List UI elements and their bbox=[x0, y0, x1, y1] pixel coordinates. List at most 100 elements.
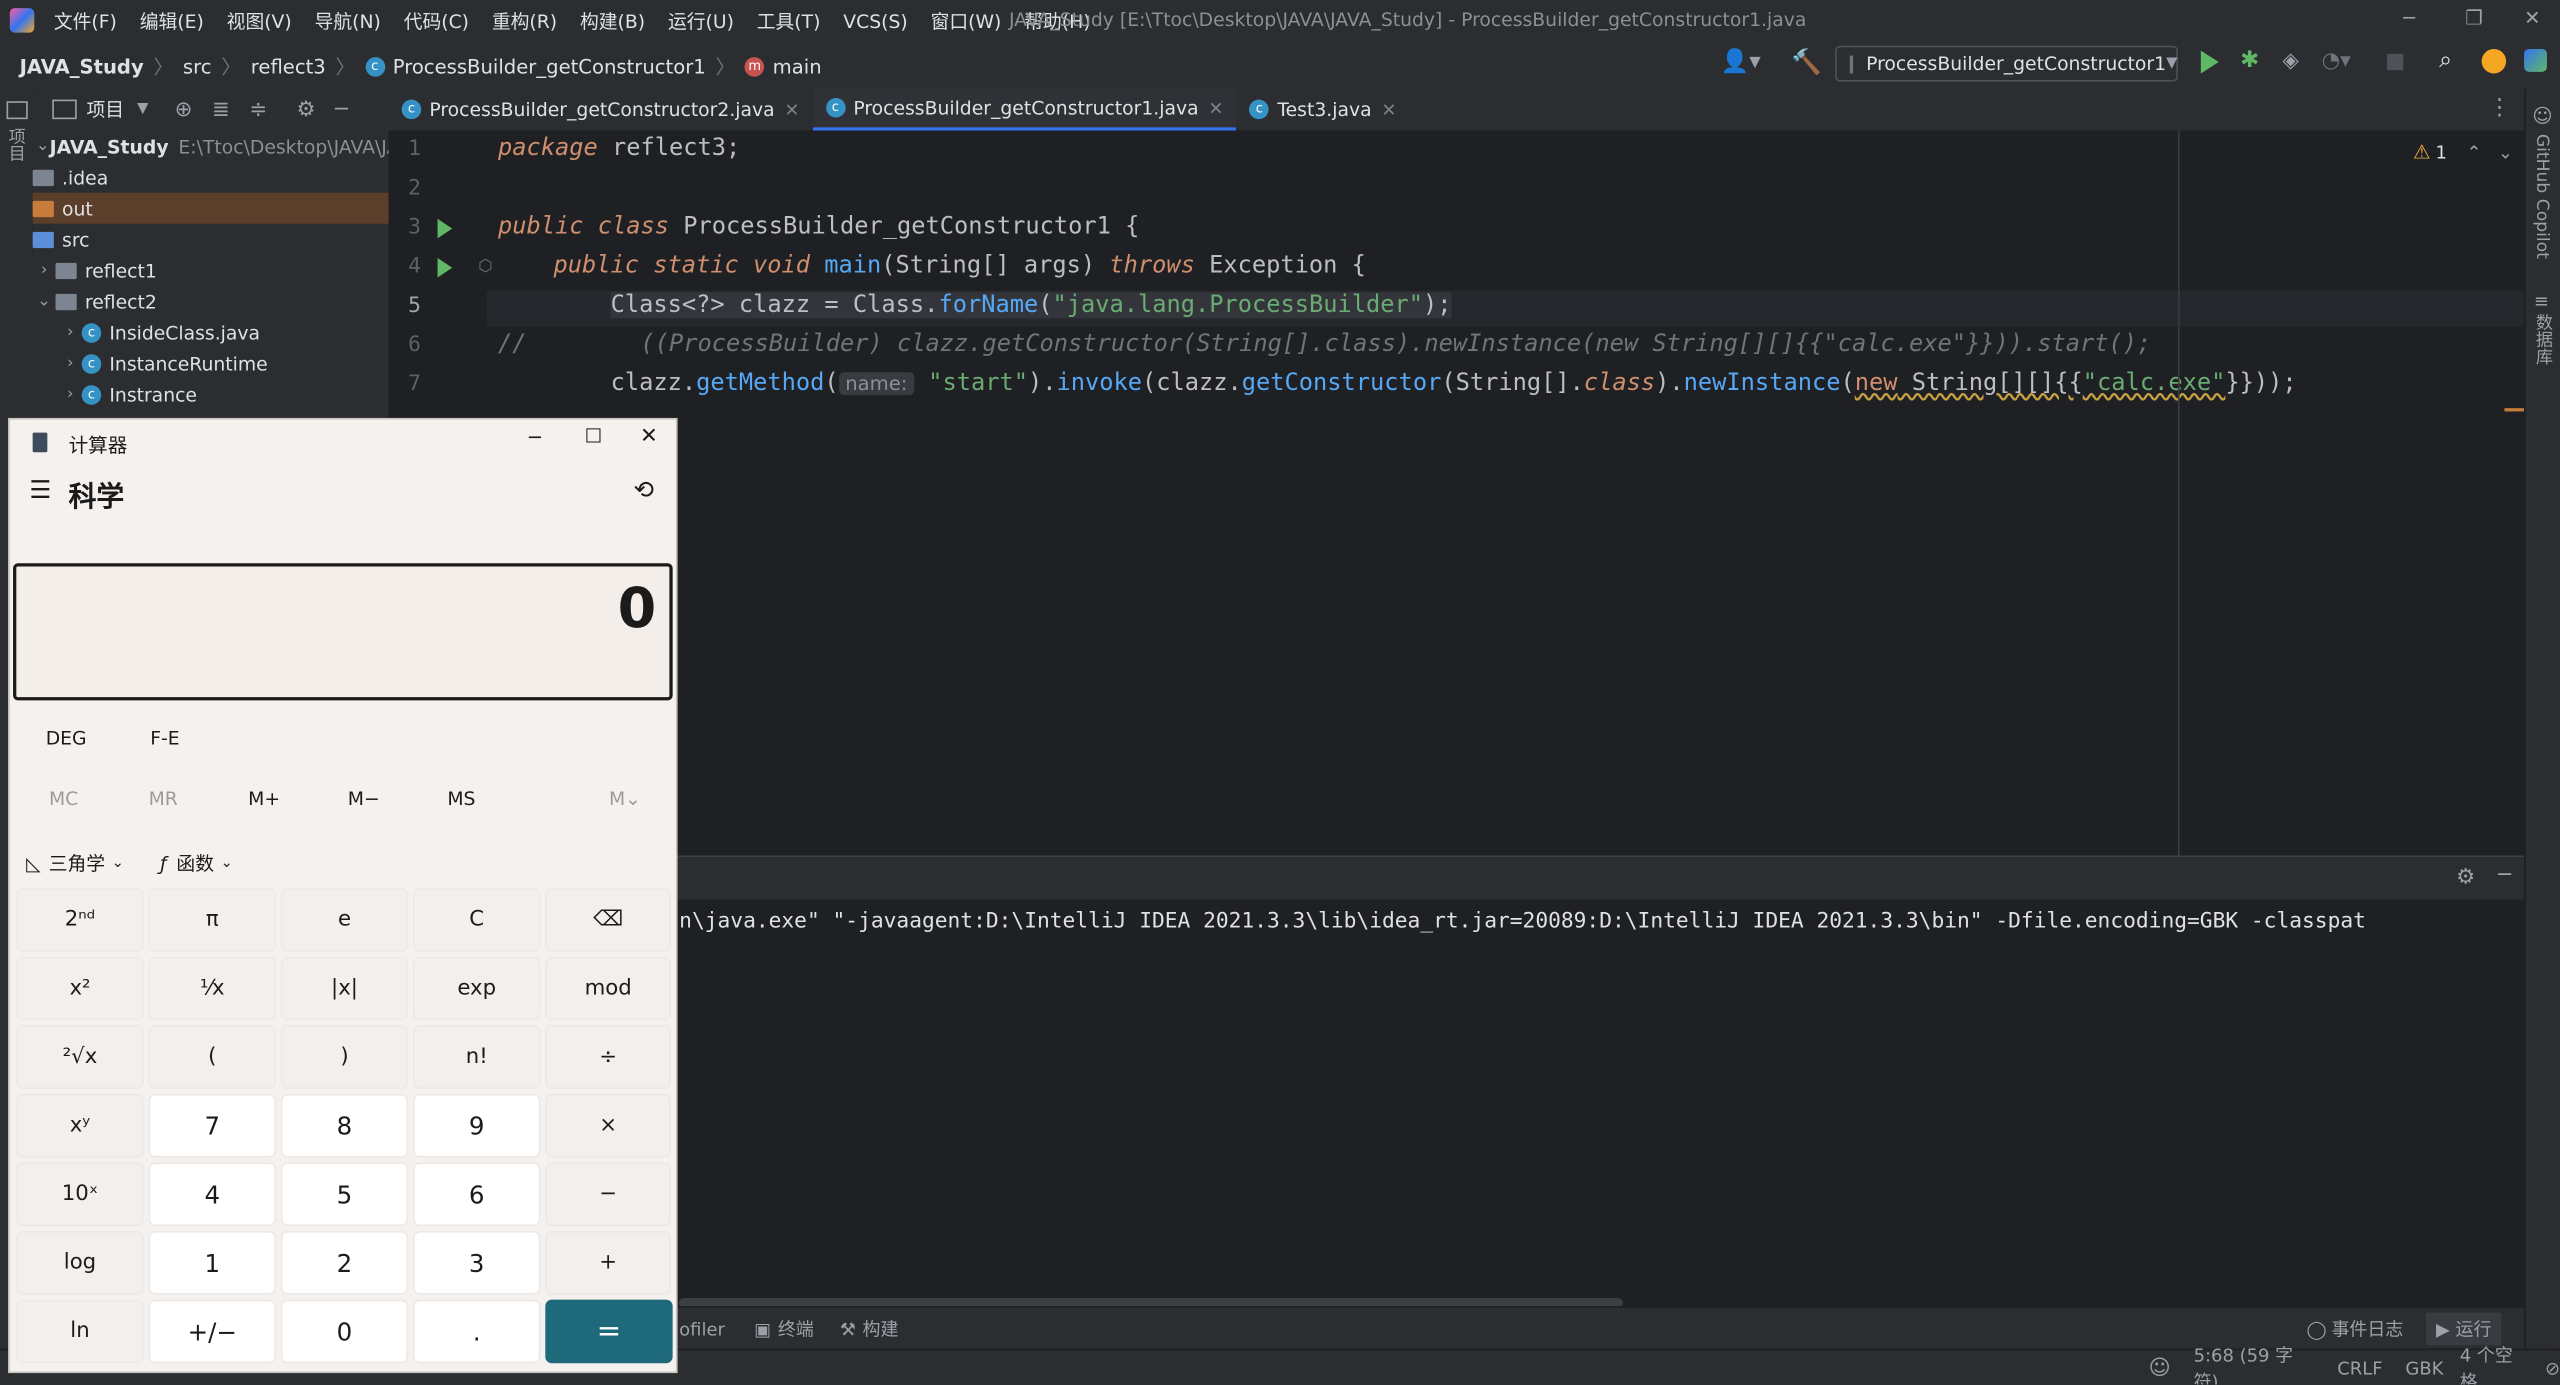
reciprocal-button[interactable]: ¹⁄x bbox=[148, 956, 276, 1021]
mod-button[interactable]: mod bbox=[545, 956, 672, 1021]
ln-button[interactable]: ln bbox=[16, 1299, 144, 1364]
menu-item[interactable]: VCS(S) bbox=[843, 10, 907, 33]
run-tab[interactable]: ▶ 运行 bbox=[2426, 1312, 2502, 1346]
log-button[interactable]: log bbox=[16, 1231, 144, 1295]
menu-item[interactable]: 构建(B) bbox=[580, 8, 645, 34]
menu-item[interactable]: 代码(C) bbox=[404, 8, 469, 34]
open-paren-button[interactable]: ( bbox=[148, 1025, 276, 1089]
memory-subtract-button[interactable]: M− bbox=[348, 787, 380, 810]
digit-0-button[interactable]: 0 bbox=[280, 1299, 409, 1364]
user-icon[interactable]: 👤▾ bbox=[1721, 49, 1761, 75]
digit-2-button[interactable]: 2 bbox=[280, 1231, 409, 1295]
fold-icon[interactable]: ⬡ bbox=[478, 258, 492, 276]
stop-icon[interactable] bbox=[2386, 53, 2404, 71]
digit-6-button[interactable]: 6 bbox=[413, 1162, 541, 1227]
tree-item-insideclass[interactable]: › c InsideClass.java bbox=[33, 317, 389, 348]
menu-item[interactable]: 视图(V) bbox=[227, 8, 292, 34]
tree-item-src[interactable]: src bbox=[32, 224, 389, 255]
close-icon[interactable]: ✕ bbox=[1381, 99, 1396, 120]
toolbox-icon[interactable] bbox=[2524, 48, 2547, 72]
database-tool-label[interactable]: 数据库 bbox=[2532, 313, 2556, 364]
chevron-down-icon[interactable]: ⌄ bbox=[2498, 141, 2513, 162]
digit-8-button[interactable]: 8 bbox=[280, 1093, 409, 1158]
tree-item-idea[interactable]: .idea bbox=[32, 162, 389, 193]
run-main-icon[interactable] bbox=[437, 257, 453, 278]
build-tab[interactable]: 构建 bbox=[863, 1316, 899, 1342]
angle-unit-button[interactable]: DEG bbox=[46, 727, 87, 750]
ten-power-button[interactable]: 10ˣ bbox=[16, 1162, 144, 1227]
debug-icon[interactable]: ✱ bbox=[2240, 47, 2259, 73]
coverage-icon[interactable]: ◈ bbox=[2282, 49, 2298, 73]
breadcrumb-src[interactable]: src bbox=[183, 55, 212, 78]
breadcrumb-method[interactable]: main bbox=[773, 55, 822, 78]
backspace-button[interactable]: ⌫ bbox=[545, 888, 672, 952]
digit-9-button[interactable]: 9 bbox=[413, 1093, 541, 1158]
digit-3-button[interactable]: 3 bbox=[413, 1231, 541, 1295]
expand-all-icon[interactable]: ≣ bbox=[212, 97, 230, 121]
build-hammer-icon[interactable]: 🔨 bbox=[1791, 47, 1822, 76]
second-button[interactable]: 2ⁿᵈ bbox=[16, 888, 144, 952]
memory-add-button[interactable]: M+ bbox=[248, 787, 280, 810]
gear-icon[interactable]: ⚙ bbox=[2456, 865, 2475, 889]
line-separator[interactable]: CRLF bbox=[2337, 1358, 2382, 1379]
profiler-icon[interactable]: ◔▾ bbox=[2322, 49, 2351, 73]
tree-item-reflect2[interactable]: ⌄ reflect2 bbox=[33, 286, 389, 317]
factorial-button[interactable]: n! bbox=[413, 1025, 541, 1089]
tab-getconstructor2[interactable]: c ProcessBuilder_getConstructor2.java ✕ bbox=[389, 88, 813, 130]
menu-item[interactable]: 重构(R) bbox=[492, 8, 557, 34]
update-icon[interactable] bbox=[2481, 48, 2507, 74]
plus-button[interactable]: + bbox=[545, 1231, 672, 1295]
menu-item[interactable]: 导航(N) bbox=[315, 8, 381, 34]
tab-test3[interactable]: c Test3.java ✕ bbox=[1237, 88, 1410, 130]
lock-icon[interactable]: ⊘ bbox=[2545, 1358, 2560, 1379]
history-icon[interactable]: ⟲ bbox=[633, 475, 654, 504]
pi-button[interactable]: π bbox=[148, 888, 276, 952]
menu-item[interactable]: 文件(F) bbox=[54, 8, 117, 34]
menu-item[interactable]: 编辑(E) bbox=[140, 8, 204, 34]
clear-button[interactable]: C bbox=[413, 888, 541, 952]
close-icon[interactable]: ✕ bbox=[2524, 7, 2540, 30]
menu-item[interactable]: 窗口(W) bbox=[931, 8, 1002, 34]
minimize-icon[interactable]: ─ bbox=[2403, 7, 2415, 30]
power-button[interactable]: xʸ bbox=[16, 1093, 144, 1158]
hamburger-menu-icon[interactable]: ☰ bbox=[29, 475, 51, 504]
digit-4-button[interactable]: 4 bbox=[148, 1162, 276, 1227]
project-panel-icon[interactable] bbox=[6, 101, 28, 120]
restore-icon[interactable]: ❐ bbox=[2465, 7, 2483, 30]
negate-button[interactable]: +/− bbox=[148, 1299, 276, 1364]
code-editor[interactable]: 1 2 3 4 5 6 7 ⬡ package reflect3; public… bbox=[388, 130, 2525, 856]
tree-item-instanceruntime[interactable]: › c InstanceRuntime bbox=[33, 348, 389, 379]
decimal-button[interactable]: . bbox=[413, 1299, 541, 1364]
tree-root[interactable]: ⌄ JAVA_Study E:\Ttoc\Desktop\JAVA\JAVA_S bbox=[33, 131, 444, 162]
run-class-icon[interactable] bbox=[437, 218, 453, 239]
digit-7-button[interactable]: 7 bbox=[148, 1093, 276, 1158]
indent-setting[interactable]: 4 个空格 bbox=[2460, 1342, 2529, 1384]
breadcrumb-package[interactable]: reflect3 bbox=[251, 55, 326, 78]
close-paren-button[interactable]: ) bbox=[280, 1025, 409, 1089]
maximize-icon[interactable]: ☐ bbox=[584, 424, 602, 447]
menu-item[interactable]: 运行(U) bbox=[668, 8, 734, 34]
tree-item-out[interactable]: out bbox=[32, 192, 389, 224]
terminal-tab[interactable]: 终端 bbox=[778, 1316, 814, 1342]
inspection-widget[interactable]: ⚠ 1 ⌃ ⌄ bbox=[2413, 140, 2513, 163]
memory-clear-button[interactable]: MC bbox=[49, 787, 78, 810]
event-log-tab[interactable]: 事件日志 bbox=[2331, 1316, 2403, 1342]
copilot-icon[interactable]: ☺ bbox=[2149, 1356, 2171, 1380]
gear-icon[interactable]: ⚙ bbox=[297, 97, 316, 121]
profiler-tab[interactable]: ofiler bbox=[679, 1318, 725, 1339]
tree-item-instrance[interactable]: › c Instrance bbox=[33, 379, 389, 410]
tree-item-reflect1[interactable]: › reflect1 bbox=[33, 255, 389, 286]
locate-icon[interactable]: ⊕ bbox=[175, 97, 193, 121]
hide-panel-icon[interactable]: ─ bbox=[335, 97, 348, 121]
trigonometry-dropdown[interactable]: ◺ 三角学 ⌄ bbox=[26, 851, 124, 877]
multiply-button[interactable]: × bbox=[545, 1093, 672, 1158]
search-icon[interactable]: ⌕ bbox=[2439, 47, 2452, 73]
close-icon[interactable]: ✕ bbox=[1208, 97, 1223, 118]
project-tool-label[interactable]: 项目 bbox=[5, 127, 29, 161]
close-icon[interactable]: ✕ bbox=[640, 424, 658, 448]
breadcrumb-class[interactable]: ProcessBuilder_getConstructor1 bbox=[393, 55, 706, 78]
menu-item[interactable]: 工具(T) bbox=[757, 8, 821, 34]
chevron-down-icon[interactable]: ▼ bbox=[137, 101, 148, 117]
close-icon[interactable]: ✕ bbox=[784, 99, 799, 120]
divide-button[interactable]: ÷ bbox=[545, 1025, 672, 1089]
